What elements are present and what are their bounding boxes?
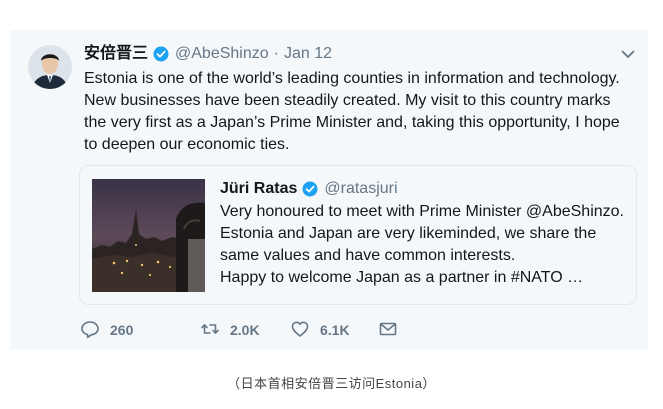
avatar[interactable] bbox=[28, 45, 72, 89]
retweet-count: 2.0K bbox=[230, 322, 260, 338]
reply-count: 260 bbox=[110, 322, 134, 338]
like-button[interactable]: 6.1K bbox=[290, 319, 378, 342]
quoted-author-handle[interactable]: @ratasjuri bbox=[324, 178, 397, 200]
chevron-down-icon[interactable] bbox=[620, 46, 636, 62]
tweet-header: 安倍晋三 @AbeShinzo · Jan 12 bbox=[84, 43, 332, 65]
verified-badge-icon bbox=[302, 181, 318, 197]
separator-dot: · bbox=[273, 45, 279, 62]
image-caption: （日本首相安倍晋三访问Estonia） bbox=[227, 376, 436, 391]
verified-badge-icon bbox=[153, 46, 169, 62]
retweet-button[interactable]: 2.0K bbox=[200, 319, 290, 342]
author-handle[interactable]: @AbeShinzo bbox=[175, 43, 269, 65]
tweet-text: Estonia is one of the world’s leading co… bbox=[84, 70, 620, 153]
tweet-actions: 260 2.0K 6.1K bbox=[80, 318, 398, 342]
heart-icon bbox=[290, 319, 310, 342]
direct-message-button[interactable] bbox=[378, 319, 398, 342]
quoted-tweet-text: Very honoured to meet with Prime Ministe… bbox=[220, 201, 630, 289]
quoted-author-display-name[interactable]: Jüri Ratas bbox=[220, 178, 297, 200]
tweet-card[interactable]: 安倍晋三 @AbeShinzo · Jan 12 Estonia is one … bbox=[10, 30, 648, 350]
author-display-name[interactable]: 安倍晋三 bbox=[84, 43, 148, 65]
quoted-tweet-line: Very honoured to meet with Prime Ministe… bbox=[220, 203, 624, 220]
retweet-icon bbox=[200, 319, 220, 342]
tweet-date-link[interactable]: Jan 12 bbox=[284, 43, 332, 65]
quoted-tweet-image[interactable] bbox=[92, 179, 205, 292]
quoted-tweet-header: Jüri Ratas @ratasjuri bbox=[220, 178, 398, 200]
quoted-tweet-line: Estonia and Japan are very likeminded, w… bbox=[220, 225, 597, 264]
quoted-tweet-line: Happy to welcome Japan as a partner in #… bbox=[220, 269, 584, 286]
like-count: 6.1K bbox=[320, 322, 350, 338]
reply-icon bbox=[80, 319, 100, 342]
quoted-tweet[interactable]: Jüri Ratas @ratasjuri Very honoured to m… bbox=[79, 165, 637, 305]
envelope-icon bbox=[378, 319, 398, 342]
reply-button[interactable]: 260 bbox=[80, 319, 200, 342]
